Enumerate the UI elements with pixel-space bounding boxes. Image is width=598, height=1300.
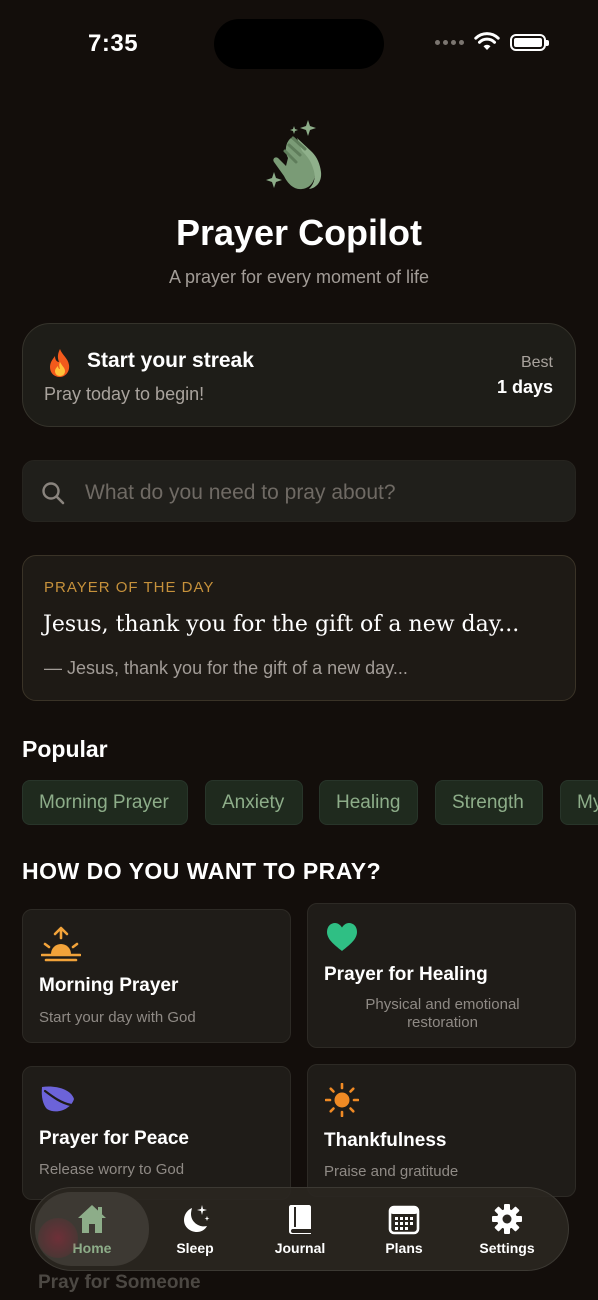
card-description: Release worry to God [39, 1161, 185, 1178]
battery-icon [510, 33, 549, 51]
chip-morning-prayer[interactable]: Morning Prayer [22, 780, 188, 825]
prayer-of-the-day-label: PRAYER OF THE DAY [44, 579, 215, 596]
leaf-icon [41, 1086, 74, 1112]
chip-strength[interactable]: Strength [435, 780, 543, 825]
streak-title: Start your streak [87, 349, 254, 372]
best-streak-label: Best [520, 354, 553, 371]
card-description: Start your day with God [39, 1009, 196, 1026]
home-icon [78, 1205, 106, 1233]
card-thankfulness[interactable]: Thankfulness Praise and gratitude [307, 1064, 576, 1197]
card-morning-prayer[interactable]: Morning Prayer Start your day with God [22, 909, 291, 1043]
prayer-of-the-day-title: Jesus, thank you for the gift of a new d… [43, 612, 520, 637]
praying-hands-icon [266, 120, 322, 190]
moon-stars-icon [184, 1205, 210, 1232]
sun-icon [325, 1083, 359, 1117]
search-icon [42, 482, 65, 505]
tab-label: Plans [385, 1240, 423, 1256]
streak-subtitle: Pray today to begin! [44, 384, 205, 404]
prayer-types-heading: HOW DO YOU WANT TO PRAY? [22, 858, 382, 884]
app-title: Prayer Copilot [175, 212, 423, 253]
best-streak-value: 1 days [496, 377, 553, 397]
tab-label: Settings [479, 1240, 535, 1256]
search-input[interactable] [83, 471, 557, 515]
prayer-of-the-day-card[interactable]: PRAYER OF THE DAY Jesus, thank you for t… [22, 555, 576, 701]
tab-label: Journal [274, 1240, 326, 1256]
card-description: Physical and emotional restoration [365, 996, 520, 1031]
fire-icon [50, 349, 70, 377]
tab-plans[interactable]: Plans [352, 1188, 456, 1270]
tab-settings[interactable]: Settings [455, 1188, 559, 1270]
status-time: 7:35 [88, 30, 139, 57]
card-title: Prayer for Healing [324, 964, 488, 985]
streak-card[interactable]: Start your streak Pray today to begin! B… [22, 323, 576, 427]
card-title: Thankfulness [324, 1130, 447, 1151]
popular-chip-list: Morning Prayer Anxiety Healing Strength … [22, 780, 598, 826]
calendar-icon [388, 1205, 420, 1235]
gear-icon [492, 1204, 522, 1234]
card-title: Prayer for Peace [39, 1128, 189, 1149]
chip-healing[interactable]: Healing [319, 780, 418, 825]
cellular-signal-icon [435, 39, 464, 45]
prayer-of-the-day-quote: — Jesus, thank you for the gift of a new… [44, 658, 408, 678]
tab-bar: Home Sleep Journal Plans Settings [30, 1187, 569, 1271]
tab-sleep[interactable]: Sleep [143, 1188, 247, 1270]
dynamic-island [214, 19, 384, 69]
wifi-icon [474, 32, 500, 50]
chip-anxiety[interactable]: Anxiety [205, 780, 303, 825]
book-icon [289, 1205, 311, 1234]
touch-highlight [38, 1218, 78, 1258]
tab-label: Sleep [176, 1240, 214, 1256]
card-pray-for-someone-title[interactable]: Pray for Someone [38, 1272, 201, 1294]
heart-icon [327, 923, 357, 951]
sunrise-icon [41, 926, 81, 962]
card-prayer-for-healing[interactable]: Prayer for Healing Physical and emotiona… [307, 903, 576, 1048]
card-description: Praise and gratitude [324, 1163, 459, 1180]
status-indicators [435, 32, 549, 52]
app-tagline: A prayer for every moment of life [168, 267, 430, 287]
card-prayer-for-peace[interactable]: Prayer for Peace Release worry to God [22, 1066, 291, 1200]
search-bar[interactable] [22, 460, 576, 522]
card-title: Morning Prayer [39, 975, 179, 996]
chip-my[interactable]: My [560, 780, 598, 825]
popular-heading: Popular [22, 736, 108, 762]
tab-journal[interactable]: Journal [248, 1188, 352, 1270]
